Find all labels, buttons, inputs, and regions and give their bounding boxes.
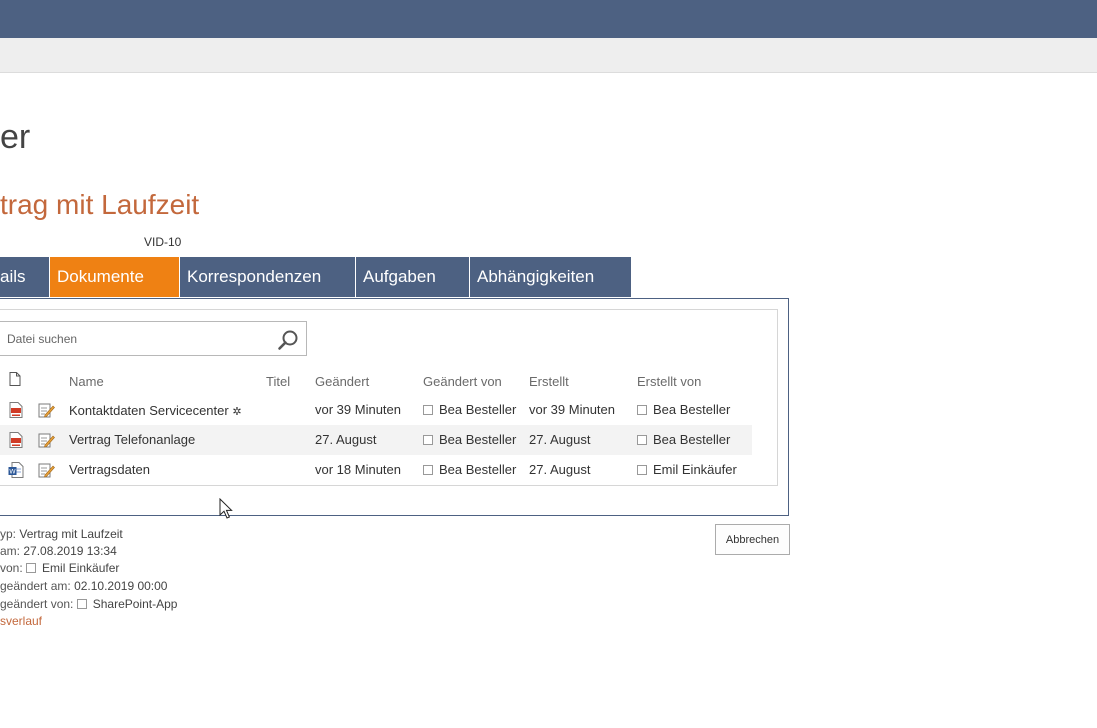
cell-erstellt: 27. August bbox=[529, 432, 591, 447]
cell-geaendert: vor 39 Minuten bbox=[315, 402, 401, 417]
item-id: VID-10 bbox=[144, 235, 182, 249]
document-name-link[interactable]: Kontaktdaten Servicecenter bbox=[69, 403, 229, 418]
presence-icon bbox=[423, 435, 433, 445]
presence-icon bbox=[423, 465, 433, 475]
ribbon-bar bbox=[0, 38, 1097, 73]
cell-erstellt: vor 39 Minuten bbox=[529, 402, 615, 417]
table-row[interactable]: Vertrag Telefonanlage 27. August Bea Bes… bbox=[0, 425, 752, 455]
file-search-input[interactable] bbox=[0, 322, 267, 355]
tab-aufgaben[interactable]: Aufgaben bbox=[356, 257, 469, 297]
version-history-link[interactable]: sverlauf bbox=[0, 614, 42, 628]
meta-content-type: yp: Vertrag mit Laufzeit bbox=[0, 527, 123, 541]
tab-abhaengigkeiten[interactable]: Abhängigkeiten bbox=[470, 257, 631, 297]
column-header-geaendert-von[interactable]: Geändert von bbox=[423, 374, 502, 389]
cell-geaendert: 27. August bbox=[315, 432, 377, 447]
table-row[interactable]: Kontaktdaten Servicecenter ✲ vor 39 Minu… bbox=[0, 395, 752, 425]
cell-geaendert-von: Bea Besteller bbox=[423, 455, 516, 485]
meta-label: geändert am: bbox=[0, 579, 71, 593]
column-header-erstellt[interactable]: Erstellt bbox=[529, 374, 569, 389]
meta-label: geändert von: bbox=[0, 597, 74, 611]
meta-label: yp: bbox=[0, 527, 17, 541]
file-search-box bbox=[0, 321, 307, 356]
user-link[interactable]: Bea Besteller bbox=[439, 432, 516, 447]
cell-erstellt-von: Bea Besteller bbox=[637, 425, 730, 455]
edit-properties-icon[interactable] bbox=[38, 402, 55, 418]
tab-details[interactable]: ails bbox=[0, 257, 49, 297]
column-header-geaendert[interactable]: Geändert bbox=[315, 374, 369, 389]
cancel-button[interactable]: Abbrechen bbox=[715, 524, 790, 555]
cell-geaendert: vor 18 Minuten bbox=[315, 462, 401, 477]
presence-icon bbox=[637, 405, 647, 415]
user-link[interactable]: SharePoint-App bbox=[93, 597, 178, 611]
column-header-erstellt-von[interactable]: Erstellt von bbox=[637, 374, 701, 389]
meta-modified: geändert am: 02.10.2019 00:00 bbox=[0, 579, 167, 593]
presence-icon bbox=[76, 599, 87, 609]
new-document-icon: ✲ bbox=[232, 406, 242, 418]
edit-properties-icon[interactable] bbox=[38, 432, 55, 448]
cell-erstellt-von: Bea Besteller bbox=[637, 395, 730, 425]
cell-geaendert-von: Bea Besteller bbox=[423, 425, 516, 455]
pdf-file-icon[interactable] bbox=[9, 432, 23, 448]
meta-label: von: bbox=[0, 561, 23, 575]
presence-icon bbox=[423, 405, 433, 415]
page-title: er bbox=[0, 118, 31, 156]
meta-created: am: 27.08.2019 13:34 bbox=[0, 544, 117, 558]
cell-erstellt: 27. August bbox=[529, 462, 591, 477]
mouse-cursor-icon bbox=[219, 498, 233, 519]
user-link[interactable]: Emil Einkäufer bbox=[653, 462, 737, 477]
pdf-file-icon[interactable] bbox=[9, 402, 23, 418]
edit-properties-icon[interactable] bbox=[38, 462, 55, 478]
svg-text:W: W bbox=[9, 468, 16, 476]
meta-value: Vertrag mit Laufzeit bbox=[19, 527, 123, 541]
document-name-link[interactable]: Vertragsdaten bbox=[69, 455, 150, 485]
suite-bar bbox=[0, 0, 1097, 38]
item-title: trag mit Laufzeit bbox=[0, 189, 200, 220]
tab-korrespondenzen[interactable]: Korrespondenzen bbox=[180, 257, 355, 297]
presence-icon bbox=[637, 465, 647, 475]
user-link[interactable]: Bea Besteller bbox=[439, 402, 516, 417]
search-icon[interactable] bbox=[277, 329, 299, 351]
column-header-name[interactable]: Name bbox=[69, 374, 104, 389]
document-name-link[interactable]: Vertrag Telefonanlage bbox=[69, 425, 195, 455]
meta-created-by: von: Emil Einkäufer bbox=[0, 561, 119, 575]
column-header-titel[interactable]: Titel bbox=[266, 374, 290, 389]
meta-value: 02.10.2019 00:00 bbox=[74, 579, 168, 593]
user-link[interactable]: Bea Besteller bbox=[653, 402, 730, 417]
meta-modified-by: geändert von: SharePoint-App bbox=[0, 597, 177, 611]
document-type-icon[interactable] bbox=[9, 372, 21, 386]
cell-geaendert-von: Bea Besteller bbox=[423, 395, 516, 425]
user-link[interactable]: Bea Besteller bbox=[653, 432, 730, 447]
word-file-icon[interactable]: W bbox=[8, 462, 24, 478]
presence-icon bbox=[637, 435, 647, 445]
meta-label: am: bbox=[0, 544, 21, 558]
table-row[interactable]: W Vertragsdaten vor 18 Minuten Bea Beste… bbox=[0, 455, 752, 485]
cell-erstellt-von: Emil Einkäufer bbox=[637, 455, 737, 485]
user-link[interactable]: Bea Besteller bbox=[439, 462, 516, 477]
presence-icon bbox=[26, 563, 37, 573]
meta-value: 27.08.2019 13:34 bbox=[23, 544, 117, 558]
user-link[interactable]: Emil Einkäufer bbox=[42, 561, 119, 575]
tab-dokumente[interactable]: Dokumente bbox=[50, 257, 179, 297]
